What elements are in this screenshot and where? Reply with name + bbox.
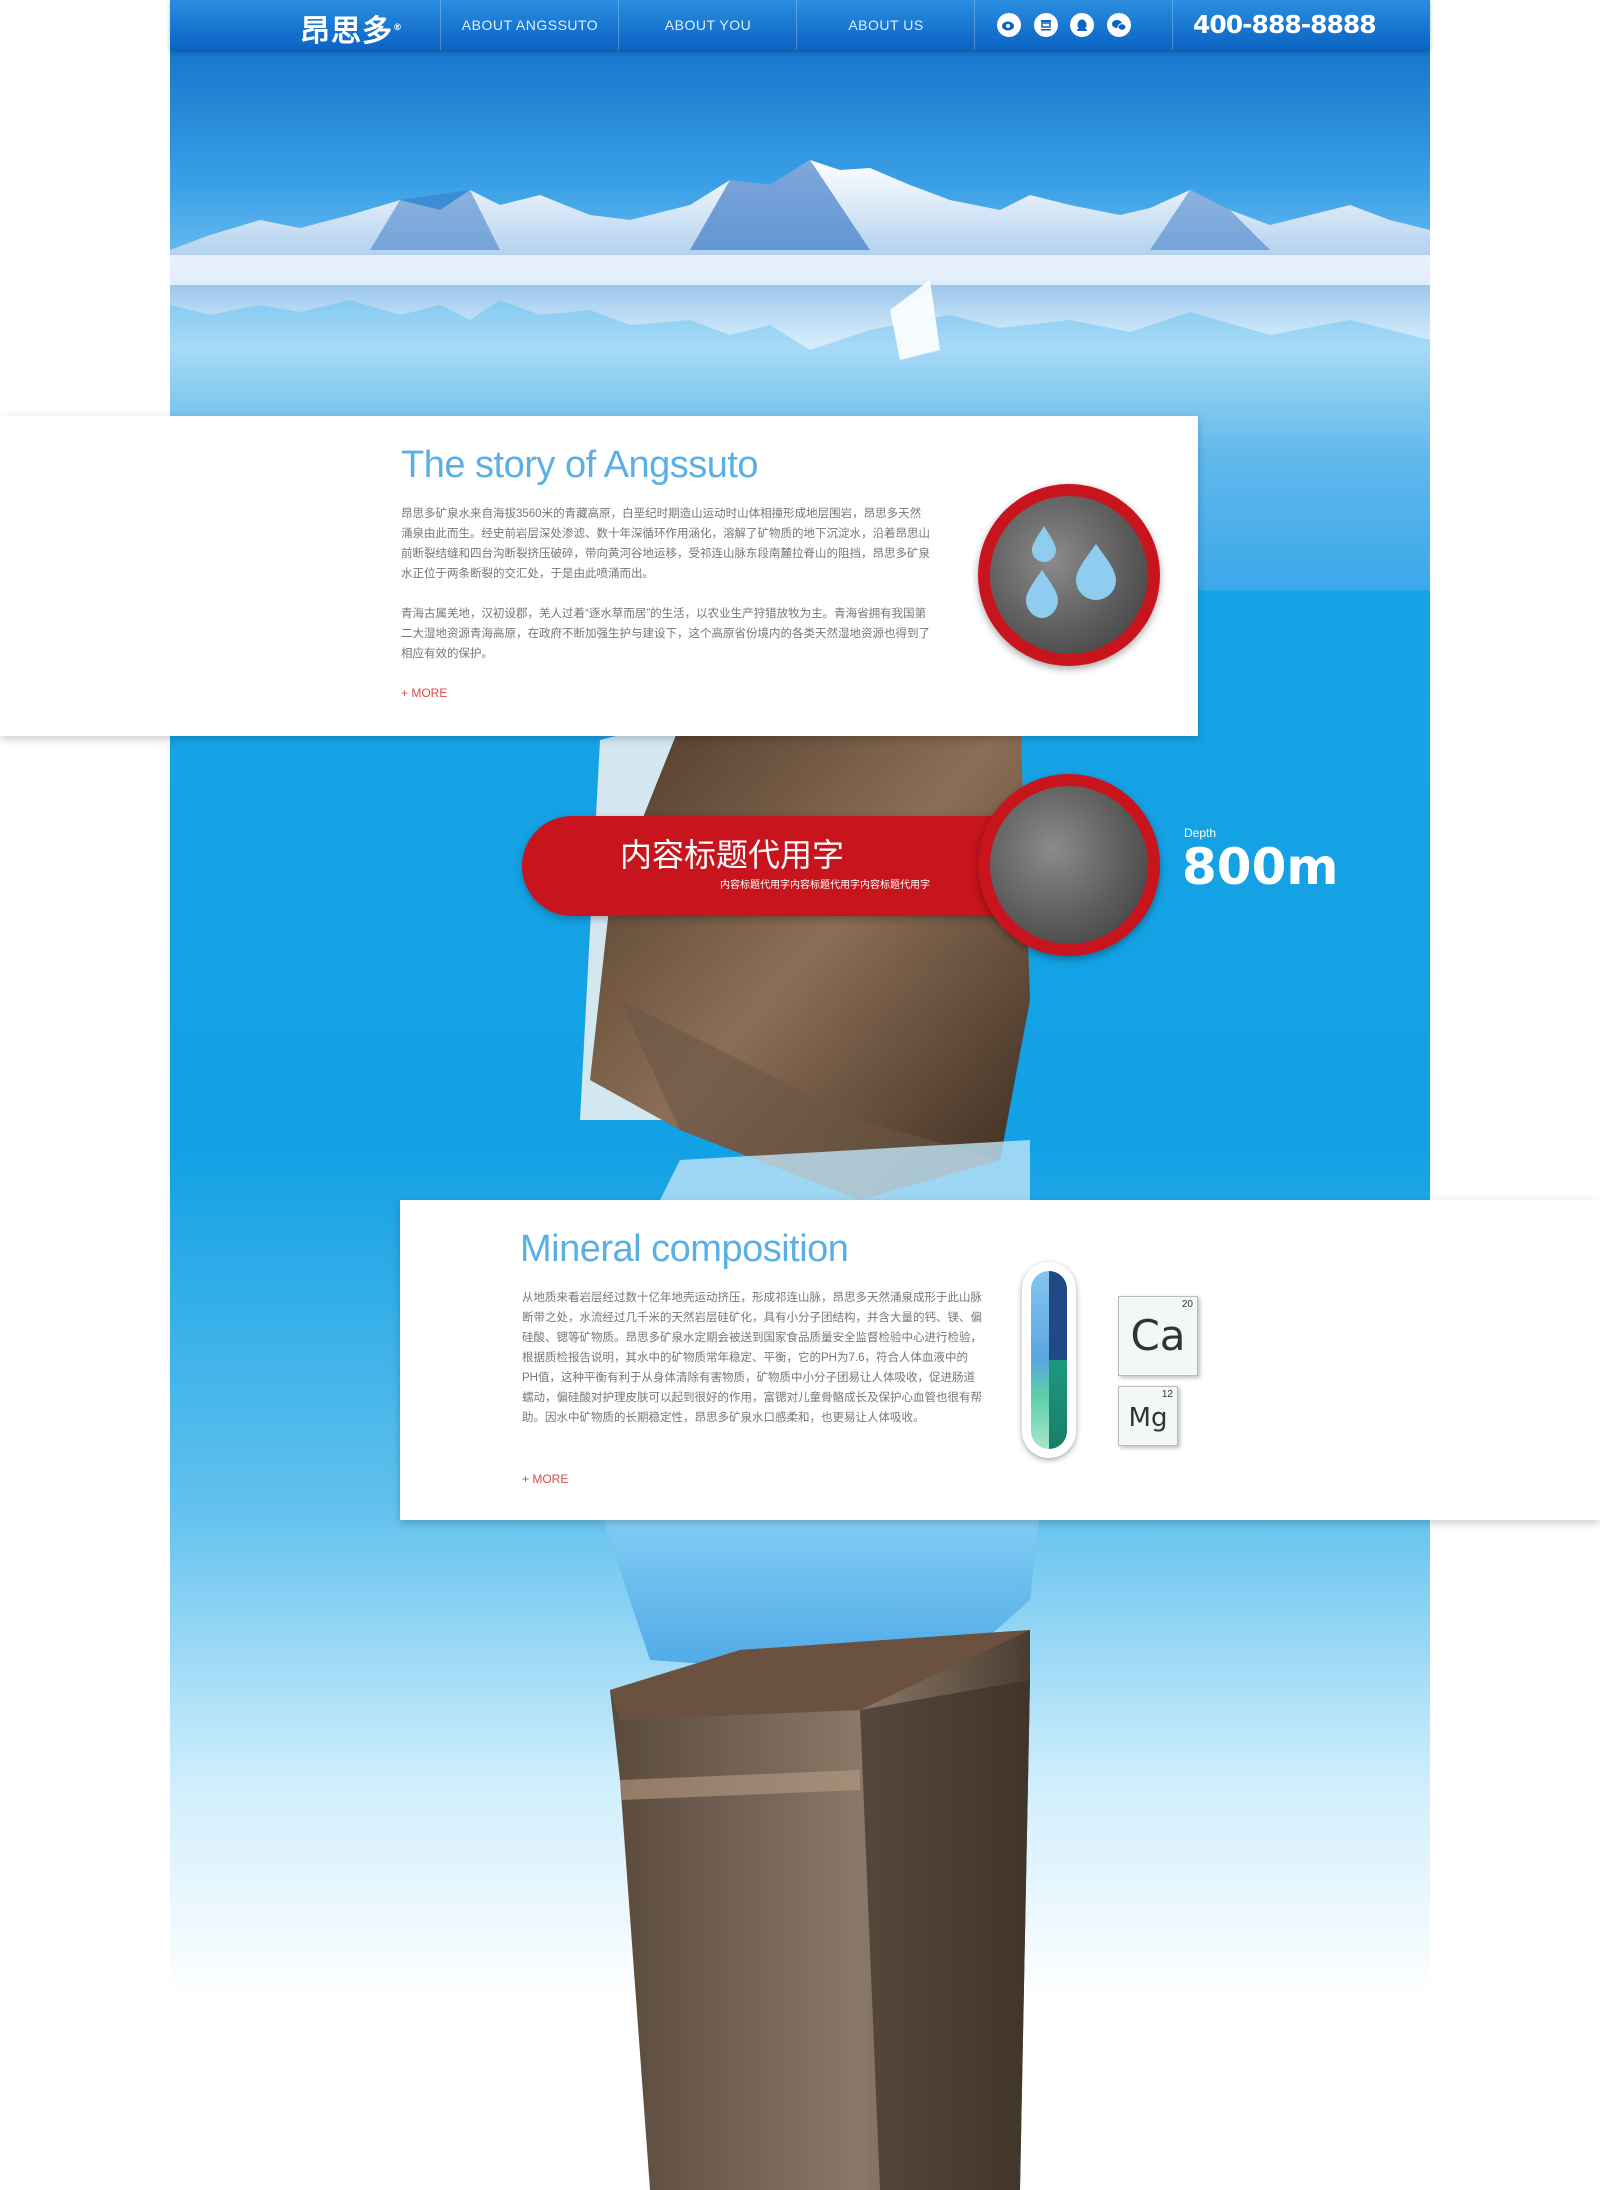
banner-title: 内容标题代用字 <box>620 836 845 874</box>
element-symbol: Ca <box>1130 1311 1186 1360</box>
water-drops-icon <box>1026 526 1116 618</box>
mineral-section: Mineral composition 从地质来看岩层经过数十亿年地壳运动挤压，… <box>400 1200 1600 1520</box>
story-paragraph-2: 青海古属羌地，汉初设郡，羌人过着“逐水草而居”的生活，以农业生产狩猎放牧为主。青… <box>401 608 930 660</box>
water-tube-icon <box>1022 1262 1076 1458</box>
nav-about-you[interactable]: ABOUT YOU <box>618 0 797 50</box>
nav-about-angssuto[interactable]: ABOUT ANGSSUTO <box>440 0 619 50</box>
story-paragraph-1: 昂思多矿泉水来自海拔3560米的青藏高原，白垩纪时期造山运动时山体相撞形成地层围… <box>401 508 930 580</box>
phone-number: 400-888-8888 <box>1172 0 1377 50</box>
douban-icon[interactable] <box>1034 13 1058 37</box>
nav-about-us[interactable]: ABOUT US <box>796 0 975 50</box>
nav-divider <box>974 0 975 50</box>
qq-icon[interactable] <box>1070 13 1094 37</box>
element-calcium-tile: 20 Ca <box>1118 1296 1198 1376</box>
wechat-icon[interactable] <box>1107 13 1131 37</box>
weibo-icon[interactable] <box>997 13 1021 37</box>
water-drop-stone-badge <box>978 484 1160 666</box>
stone-texture-badge <box>978 774 1160 956</box>
content-title-banner: 内容标题代用字 内容标题代用字内容标题代用字内容标题代用字 <box>522 816 1012 916</box>
mineral-more-link[interactable]: + MORE <box>522 1472 568 1486</box>
story-more-link[interactable]: + MORE <box>401 686 447 700</box>
mineral-paragraph: 从地质来看岩层经过数十亿年地壳运动挤压，形成祁连山脉，昂思多天然涌泉成形于此山脉… <box>522 1292 982 1424</box>
story-title: The story of Angssuto <box>401 444 759 486</box>
banner-subtitle: 内容标题代用字内容标题代用字内容标题代用字 <box>720 880 930 891</box>
element-number: 12 <box>1161 1389 1173 1400</box>
mineral-title: Mineral composition <box>520 1228 849 1270</box>
brand-logo[interactable]: 昂思多® <box>300 6 403 50</box>
element-number: 20 <box>1181 1299 1193 1310</box>
element-symbol: Mg <box>1128 1403 1168 1433</box>
story-section: The story of Angssuto 昂思多矿泉水来自海拔3560米的青藏… <box>0 416 1198 736</box>
depth-value: 800m <box>1182 838 1339 896</box>
top-navigation-bar: 昂思多® ABOUT ANGSSUTO ABOUT YOU ABOUT US 4… <box>170 0 1430 50</box>
element-magnesium-tile: 12 Mg <box>1118 1386 1178 1446</box>
